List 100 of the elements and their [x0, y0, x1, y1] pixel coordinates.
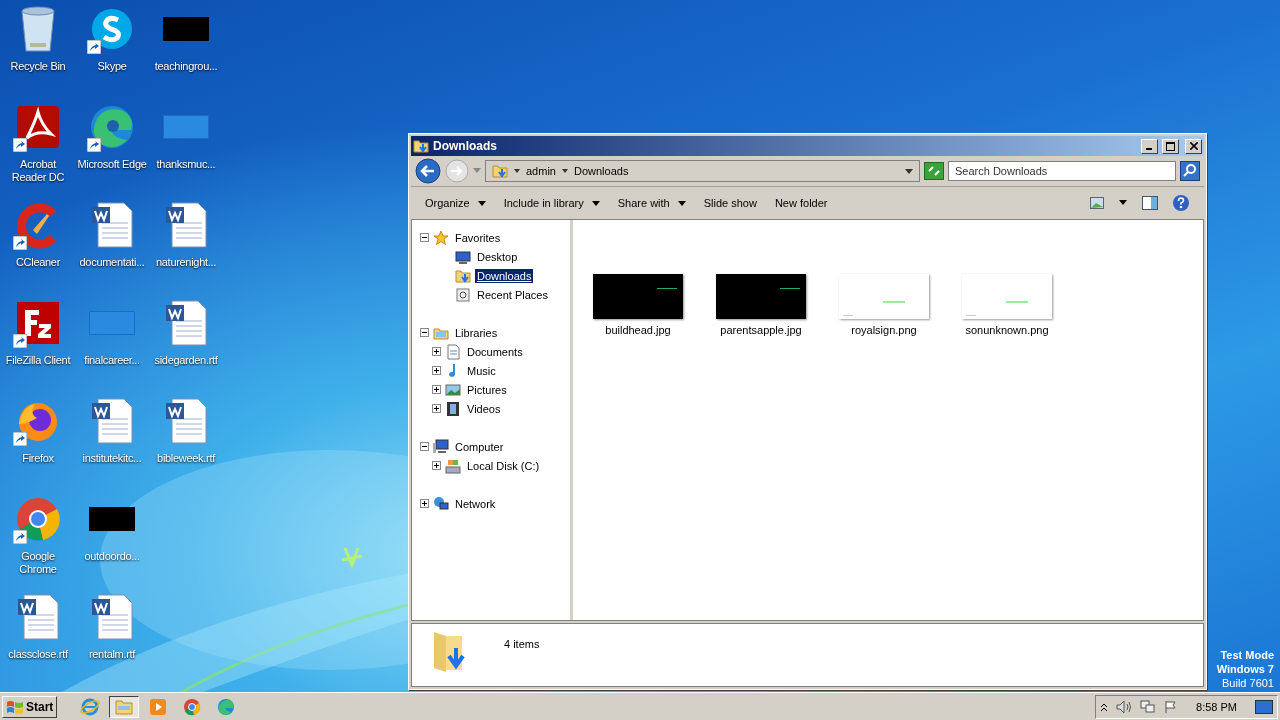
window-title: Downloads	[433, 139, 498, 153]
wave-browser-icon	[216, 696, 237, 717]
recent-places-icon	[455, 286, 471, 303]
nav-tree-item[interactable]: Music	[465, 363, 498, 378]
toolbar-button[interactable]: Slide show	[695, 194, 765, 212]
breadcrumb[interactable]: admin	[526, 165, 556, 177]
desktop-icon-label[interactable]: teachingrou...	[150, 60, 222, 73]
nav-tree-item[interactable]: Pictures	[465, 382, 509, 397]
ie-browser-icon	[80, 696, 101, 717]
film-strip-icon	[445, 400, 461, 417]
word-document-icon	[164, 397, 208, 445]
blank-file-thumbnail-icon	[89, 311, 135, 335]
blank-file-thumbnail-icon	[163, 115, 209, 139]
network-icon	[433, 495, 449, 512]
desktop-icon-label[interactable]: Microsoft Edge	[76, 158, 148, 171]
word-document-icon	[16, 593, 60, 641]
flag-icon[interactable]	[1164, 699, 1179, 714]
word-document-icon	[90, 201, 134, 249]
download-folder-icon	[413, 138, 429, 154]
expand-icon[interactable]	[432, 461, 441, 470]
windows-version-text: Windows 7	[1216, 662, 1274, 676]
desktop-icon-label[interactable]: Recycle Bin	[2, 60, 74, 73]
expand-icon[interactable]	[432, 404, 441, 413]
toolbar-button[interactable]: Share with	[609, 194, 694, 212]
item-count: 4 items	[504, 638, 540, 650]
file-name[interactable]: buildhead.jpg	[605, 324, 671, 336]
caret-icon[interactable]	[561, 169, 568, 173]
star-icon	[433, 229, 449, 246]
nav-tree-item[interactable]: Network	[453, 496, 498, 511]
nav-tree-item[interactable]: Computer	[453, 439, 506, 454]
refresh-button[interactable]	[924, 162, 944, 180]
expand-icon[interactable]	[420, 499, 429, 508]
collapse-icon[interactable]	[420, 442, 429, 451]
document-icon	[445, 343, 461, 360]
chrome-browser-icon	[182, 696, 203, 717]
nav-tree-item[interactable]: Desktop	[475, 249, 520, 264]
toolbar-button[interactable]: Organize	[417, 194, 494, 212]
local-disk-icon	[445, 457, 461, 474]
recycle-bin-icon	[18, 5, 58, 53]
caret-icon[interactable]	[1118, 200, 1128, 206]
word-document-icon	[90, 593, 134, 641]
nav-tree-item[interactable]: Videos	[465, 401, 503, 416]
nav-tree-item[interactable]: Libraries	[453, 325, 500, 340]
show-hidden-icons-button[interactable]	[1100, 701, 1109, 712]
word-document-icon	[164, 201, 208, 249]
nav-tree-item[interactable]: Local Disk (C:)	[465, 458, 542, 473]
computer-icon	[433, 438, 449, 455]
expand-icon[interactable]	[432, 366, 441, 375]
desktop-icon-label[interactable]: Skype	[76, 60, 148, 73]
nav-tree-item[interactable]: Favorites	[453, 230, 503, 245]
nav-tree-item[interactable]: Downloads	[475, 268, 534, 283]
desktop-icon-label[interactable]: thanksmuc...	[150, 158, 222, 171]
desktop-icon-label[interactable]: Acrobat Reader DC	[2, 158, 74, 184]
nav-tree-item[interactable]: Documents	[465, 344, 525, 359]
breadcrumb[interactable]: Downloads	[573, 165, 629, 177]
download-folder-icon	[492, 163, 508, 179]
desktop-icon-label[interactable]: FileZilla Client	[2, 354, 74, 367]
file-name[interactable]: royalsign.png	[851, 324, 917, 336]
collapse-icon[interactable]	[420, 328, 429, 337]
help-button[interactable]	[1172, 194, 1190, 212]
taskbar-button[interactable]	[109, 695, 140, 718]
picture-icon	[445, 381, 461, 398]
close-button[interactable]	[1185, 138, 1202, 154]
caret-icon[interactable]	[905, 168, 913, 174]
speaker-icon[interactable]	[1116, 699, 1133, 714]
toolbar-button[interactable]: Include in library	[495, 194, 608, 212]
desktop-icon-label[interactable]: CCleaner	[2, 256, 74, 269]
network-icon[interactable]	[1140, 699, 1157, 714]
word-document-icon	[164, 299, 208, 347]
dark-file-thumbnail-icon	[163, 17, 209, 41]
view-options-button[interactable]	[1090, 197, 1104, 209]
back-button[interactable]	[415, 158, 441, 184]
file-name[interactable]: sonunknown.png	[965, 324, 1049, 336]
address-bar[interactable]: admin Downloads	[485, 160, 920, 182]
search-button[interactable]	[1180, 161, 1200, 181]
download-folder-icon	[455, 267, 471, 284]
desktop-icon-label[interactable]: documentati...	[76, 256, 148, 269]
search-field[interactable]: Search Downloads	[948, 161, 1176, 181]
collapse-icon[interactable]	[420, 233, 429, 242]
clock: 8:58 PM	[1196, 700, 1237, 713]
dark-file-thumbnail-icon	[89, 507, 135, 531]
toolbar-button[interactable]: New folder	[766, 194, 836, 212]
windows-flag-icon	[6, 698, 24, 715]
desktop-icon-label[interactable]: naturenight...	[150, 256, 222, 269]
show-desktop-button[interactable]	[1255, 699, 1273, 714]
caret-icon[interactable]	[514, 169, 520, 173]
expand-icon[interactable]	[432, 347, 441, 356]
preview-pane-button[interactable]	[1142, 196, 1158, 210]
test-mode-text: Test Mode	[1220, 648, 1274, 662]
nav-tree-item[interactable]: Recent Places	[475, 287, 550, 302]
build-number-text: Build 7601	[1222, 676, 1274, 690]
start-button[interactable]: Start	[2, 695, 58, 718]
minimize-button[interactable]	[1141, 138, 1158, 154]
file-name[interactable]: parentsapple.jpg	[720, 324, 802, 336]
expand-icon[interactable]	[432, 385, 441, 394]
word-document-icon	[90, 397, 134, 445]
maximize-button[interactable]	[1162, 138, 1179, 154]
close-icon	[1189, 142, 1198, 150]
media-player-icon	[148, 696, 169, 717]
maximize-icon	[1166, 141, 1175, 151]
